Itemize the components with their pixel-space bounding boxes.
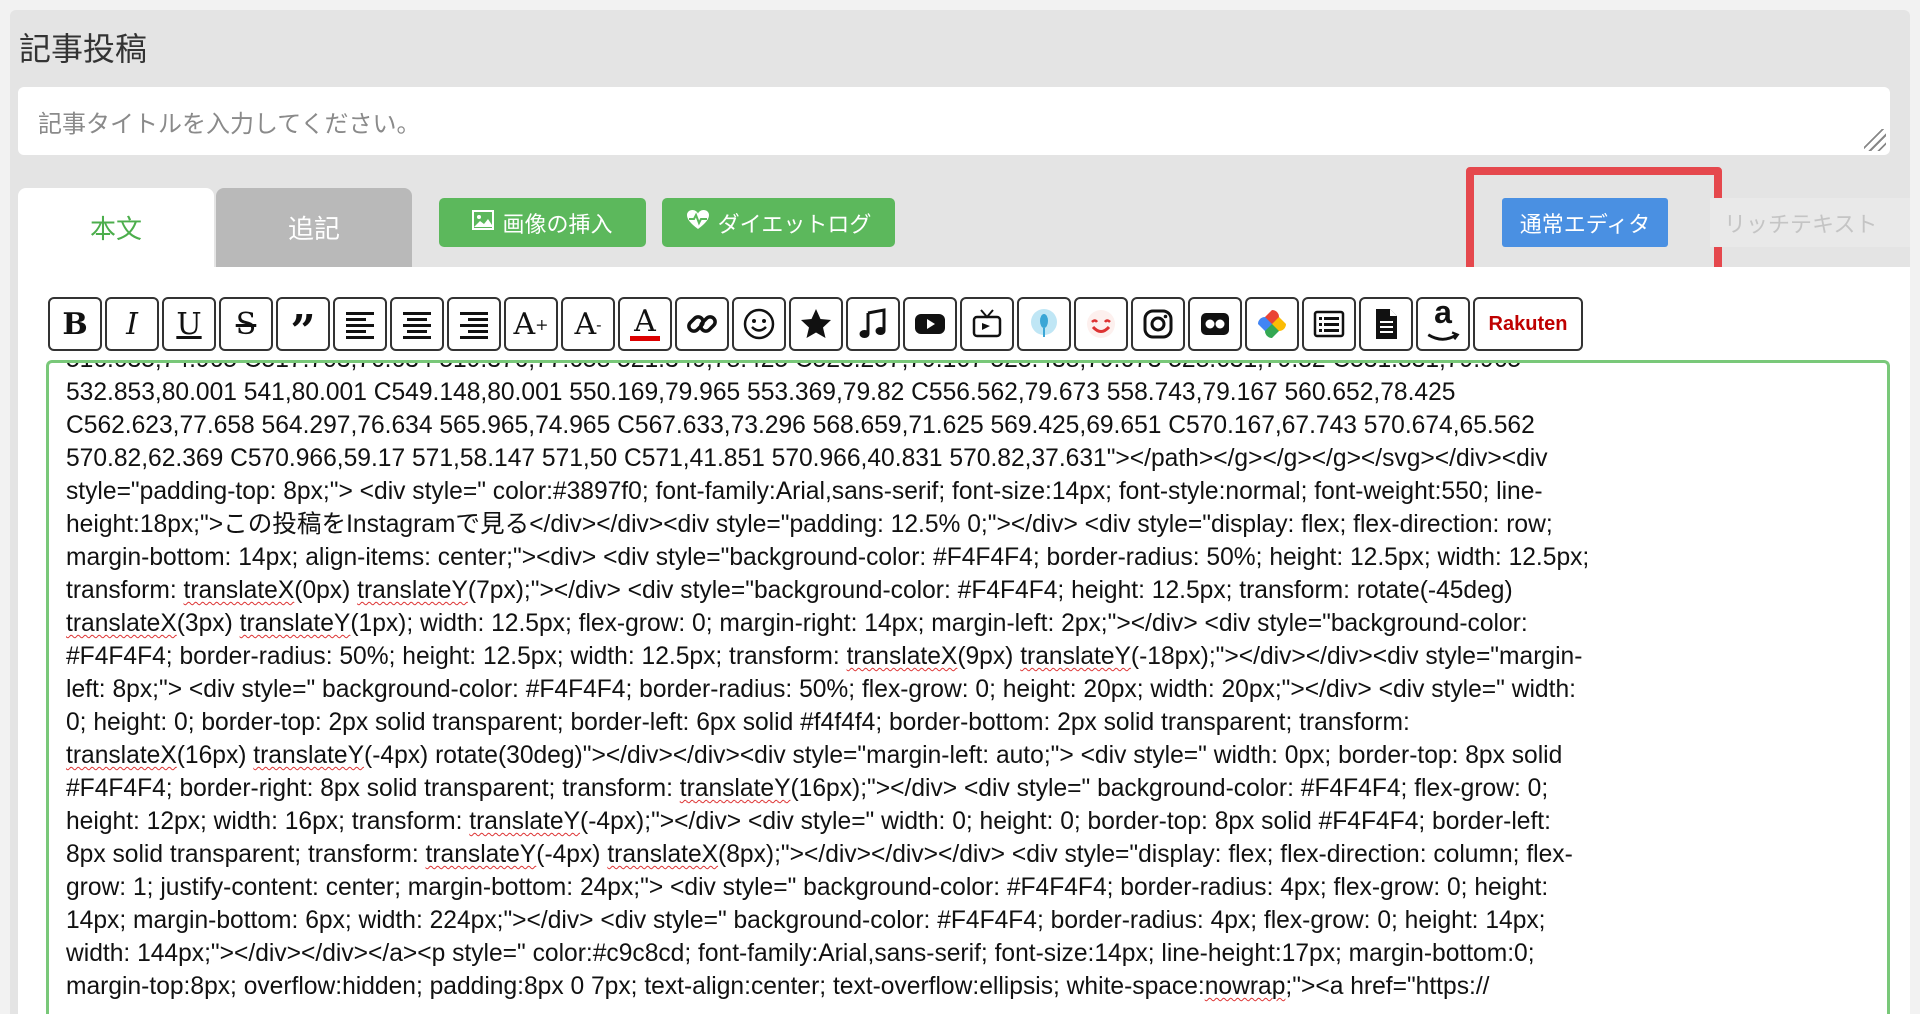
formatting-toolbar: B I U S ” A + A- A a Rakuten	[48, 296, 1583, 357]
instagram-icon[interactable]	[1131, 297, 1185, 351]
amazon-icon[interactable]: a	[1416, 296, 1470, 351]
italic-icon[interactable]: I	[105, 297, 159, 351]
rakuten-label: Rakuten	[1488, 312, 1568, 335]
smile-icon[interactable]	[1074, 297, 1128, 351]
blockquote-icon[interactable]: ”	[276, 297, 330, 357]
bold-icon[interactable]: B	[48, 297, 102, 351]
title-input-placeholder: 記事タイトルを入力してください。	[38, 109, 421, 138]
tab-body[interactable]: 本文	[18, 188, 214, 267]
align-center-icon[interactable]	[390, 297, 444, 351]
rich-text-button[interactable]: リッチテキスト	[1710, 198, 1910, 247]
diet-log-label: ダイエットログ	[717, 212, 872, 238]
list-icon[interactable]	[1302, 297, 1356, 351]
html-source-textarea[interactable]: 516.035,74.965 C517.703,76.634 519.376,7…	[46, 360, 1890, 1014]
insert-image-label: 画像の挿入	[502, 212, 613, 238]
resize-handle-icon[interactable]	[1864, 129, 1886, 151]
title-input[interactable]: 記事タイトルを入力してください。	[18, 87, 1890, 155]
tab-addendum[interactable]: 追記	[216, 188, 412, 267]
document-icon[interactable]	[1359, 297, 1413, 351]
photos-icon[interactable]	[1245, 297, 1299, 351]
flickr-icon[interactable]	[1188, 297, 1242, 351]
underline-icon[interactable]: U	[162, 297, 216, 351]
align-left-icon[interactable]	[333, 297, 387, 351]
emoji-icon[interactable]	[732, 297, 786, 351]
heartbeat-icon	[686, 209, 710, 237]
music-icon[interactable]	[846, 297, 900, 351]
diet-log-button[interactable]: ダイエットログ	[662, 198, 895, 247]
font-size-up-icon[interactable]: A +	[504, 297, 558, 351]
image-icon	[472, 209, 495, 236]
strikethrough-icon[interactable]: S	[219, 297, 273, 351]
page-title: 記事投稿	[19, 30, 148, 68]
youtube-icon[interactable]	[903, 297, 957, 351]
balloon-icon[interactable]	[1017, 297, 1071, 351]
tv-icon[interactable]	[960, 297, 1014, 351]
rakuten-icon[interactable]: Rakuten	[1473, 297, 1583, 351]
align-right-icon[interactable]	[447, 297, 501, 351]
html-source-content: 516.035,74.965 C517.703,76.634 519.376,7…	[66, 363, 1590, 1000]
normal-editor-button[interactable]: 通常エディタ	[1502, 198, 1668, 247]
star-icon[interactable]	[789, 297, 843, 351]
font-color-icon[interactable]: A	[618, 297, 672, 351]
insert-image-button[interactable]: 画像の挿入	[439, 198, 646, 247]
link-icon[interactable]	[675, 297, 729, 351]
font-size-down-icon[interactable]: A-	[561, 297, 615, 351]
